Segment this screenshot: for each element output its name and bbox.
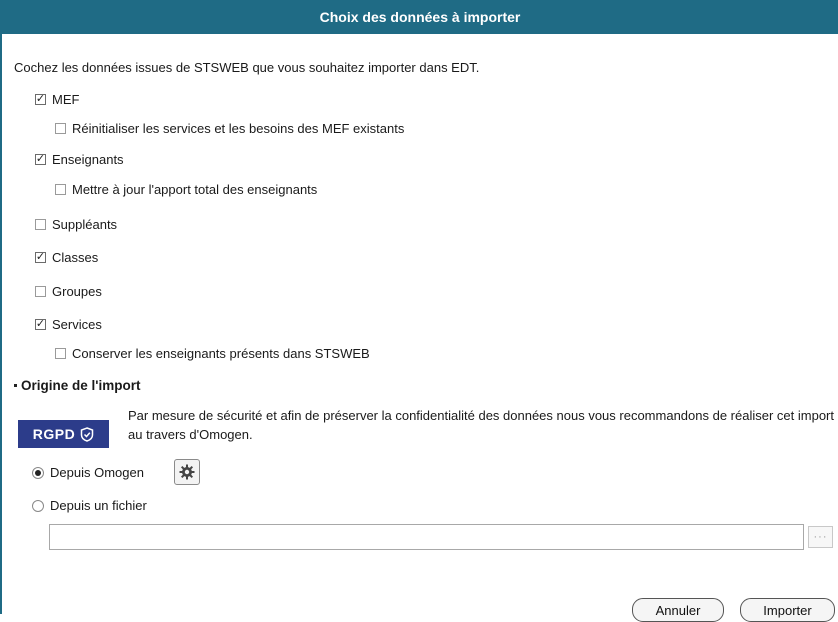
checkbox-enseignants[interactable]: ✓ [35,154,46,165]
checkbox-update-apport[interactable]: ✓ [55,184,66,195]
radio-file-control[interactable] [32,499,44,512]
option-label: Groupes [52,284,102,299]
option-label: Mettre à jour l'apport total des enseign… [72,182,318,197]
checkbox-mef[interactable]: ✓ [35,94,46,105]
checkbox-services[interactable]: ✓ [35,319,46,330]
rgpd-badge: RGPD [18,420,109,448]
gear-icon [179,464,195,480]
option-classes[interactable]: ✓ Classes [35,250,98,265]
option-label: Réinitialiser les services et les besoin… [72,121,405,136]
radio-file[interactable]: Depuis un fichier [32,498,147,513]
browse-button[interactable]: ··· [808,526,833,548]
import-dialog: Choix des données à importer Cochez les … [0,0,838,622]
omogen-settings-button[interactable] [174,459,200,485]
cancel-button[interactable]: Annuler [632,598,724,622]
radio-label: Depuis un fichier [50,498,147,513]
option-enseignants[interactable]: ✓ Enseignants [35,152,124,167]
option-label: Classes [52,250,99,265]
checkbox-reset-mef[interactable]: ✓ [55,123,66,134]
option-label: Enseignants [52,152,124,167]
bullet-icon [14,384,17,387]
section-title: Origine de l'import [21,378,141,393]
checkbox-groupes[interactable]: ✓ [35,286,46,297]
option-groupes[interactable]: ✓ Groupes [35,284,102,299]
option-mef[interactable]: ✓ MEF [35,92,79,107]
option-label: MEF [52,92,80,107]
checkbox-suppleants[interactable]: ✓ [35,219,46,230]
option-suppleants[interactable]: ✓ Suppléants [35,217,117,232]
rgpd-text: Par mesure de sécurité et afin de préser… [128,408,834,442]
option-label: Conserver les enseignants présents dans … [72,346,370,361]
radio-omogen[interactable]: Depuis Omogen [32,465,144,480]
checkbox-classes[interactable]: ✓ [35,252,46,263]
check-icon: ✓ [35,251,46,263]
option-reset-mef[interactable]: ✓ Réinitialiser les services et les beso… [55,121,404,136]
option-label: Services [52,317,102,332]
radio-label: Depuis Omogen [50,465,144,480]
intro-text: Cochez les données issues de STSWEB que … [14,60,480,75]
check-icon: ✓ [35,93,46,105]
radio-omogen-control[interactable] [32,466,44,479]
shield-icon [80,426,94,442]
file-path-input[interactable] [49,524,804,550]
option-services[interactable]: ✓ Services [35,317,102,332]
check-icon: ✓ [35,318,46,330]
checkbox-keep-enseignants[interactable]: ✓ [55,348,66,359]
option-label: Suppléants [52,217,118,232]
rgpd-badge-label: RGPD [32,426,76,442]
import-button[interactable]: Importer [740,598,835,622]
option-update-apport[interactable]: ✓ Mettre à jour l'apport total des ensei… [55,182,317,197]
check-icon: ✓ [35,153,46,165]
section-origine: Origine de l'import [14,378,140,393]
dialog-title: Choix des données à importer [2,0,838,34]
option-keep-enseignants[interactable]: ✓ Conserver les enseignants présents dan… [55,346,370,361]
